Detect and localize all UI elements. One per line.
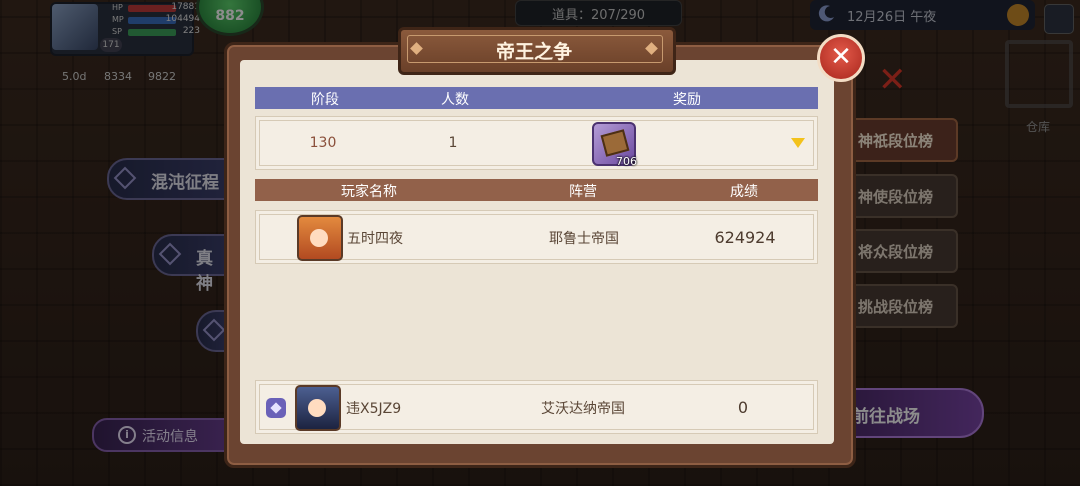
tier-count: 1 bbox=[448, 135, 458, 151]
player-faction: 耶鲁士帝国 bbox=[549, 231, 619, 247]
rank-badge-icon bbox=[266, 398, 286, 418]
self-faction: 艾沃达纳帝国 bbox=[541, 401, 625, 417]
col-player-name: 玩家名称 bbox=[341, 184, 397, 200]
col-reward: 奖励 bbox=[673, 92, 701, 108]
col-score: 成绩 bbox=[730, 184, 758, 200]
avatar[interactable] bbox=[297, 215, 343, 261]
tier-stage: 130 bbox=[309, 135, 337, 151]
self-name: 违X5JZ9 bbox=[346, 401, 402, 417]
col-faction: 阵营 bbox=[569, 184, 597, 200]
player-score: 624924 bbox=[714, 228, 776, 247]
modal-title-plate: 帝王之争 bbox=[398, 27, 676, 75]
reward-count: 706 bbox=[616, 155, 637, 168]
self-score: 0 bbox=[737, 398, 749, 417]
col-stage: 阶段 bbox=[311, 92, 339, 108]
player-name: 五时四夜 bbox=[347, 231, 403, 247]
modal-title: 帝王之争 bbox=[495, 41, 572, 63]
dropdown-arrow-icon[interactable] bbox=[791, 138, 805, 148]
tier-table-header: 阶段 人数 奖励 bbox=[255, 87, 818, 109]
player-table-header: 玩家名称 阵营 成绩 bbox=[255, 179, 818, 201]
avatar[interactable] bbox=[295, 385, 341, 431]
tier-row[interactable]: 130 1 bbox=[255, 116, 818, 170]
close-icon[interactable]: ✕ bbox=[817, 34, 865, 82]
treasure-chest-icon[interactable]: 706 bbox=[592, 122, 637, 168]
col-count: 人数 bbox=[441, 92, 469, 108]
